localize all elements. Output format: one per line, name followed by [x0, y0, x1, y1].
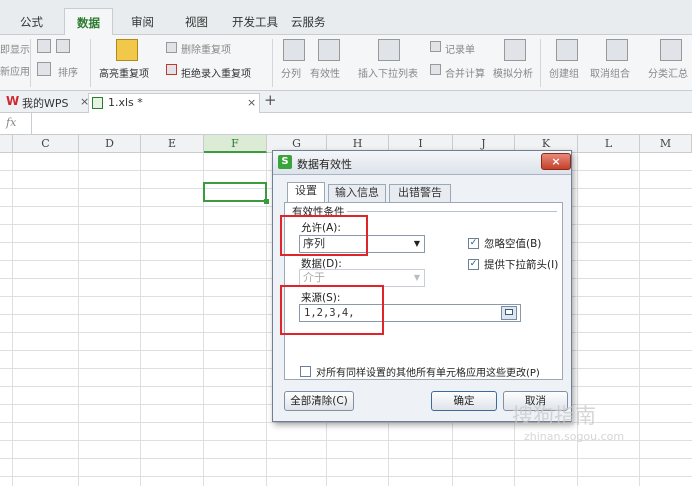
doc-tab-wps-label: 我的WPS	[22, 97, 69, 110]
partial-button-1[interactable]: 即显示	[0, 41, 30, 56]
ignore-blank-checkbox[interactable]: ✓	[468, 238, 479, 249]
watermark-url: zhinan.sogou.com	[524, 430, 625, 443]
separator	[31, 113, 32, 135]
grid-line	[0, 458, 692, 459]
ignore-blank-label: 忽略空值(B)	[484, 238, 542, 250]
remove-duplicates-icon	[166, 42, 177, 53]
ungroup-icon[interactable]	[606, 39, 628, 61]
separator	[540, 39, 541, 87]
formula-bar: fx	[0, 113, 692, 135]
highlight-duplicates-button[interactable]: 高亮重复项	[99, 65, 149, 80]
ribbon-toolbar: 即显示 新应用 排序 高亮重复项 删除重复项 拒绝录入重复项 分列 有效性 插入…	[0, 35, 692, 91]
dialog-title-bar[interactable]: S 数据有效性	[273, 151, 571, 175]
sort-button[interactable]: 排序	[58, 64, 78, 79]
new-tab-button[interactable]: +	[264, 91, 277, 109]
sort-desc-icon[interactable]	[37, 62, 51, 76]
row-header-corner[interactable]	[0, 135, 13, 153]
apply-all-checkbox[interactable]	[300, 366, 311, 377]
partial-button-2[interactable]: 新应用	[0, 63, 30, 78]
reject-duplicates-button[interactable]: 拒绝录入重复项	[181, 65, 251, 80]
validity-button[interactable]: 有效性	[310, 65, 340, 80]
tab-review[interactable]: 审阅	[131, 14, 154, 30]
simulate-button[interactable]: 模拟分析	[493, 65, 533, 80]
tab-formula[interactable]: 公式	[20, 14, 43, 30]
subtotal-button[interactable]: 分类汇总	[648, 65, 688, 80]
column-header-e[interactable]: E	[141, 135, 204, 153]
chevron-down-icon: ▼	[413, 273, 420, 282]
dialog-title: 数据有效性	[297, 158, 352, 171]
spreadsheet-icon	[92, 97, 103, 109]
data-select-value: 介于	[303, 271, 325, 284]
formula-input[interactable]	[33, 113, 692, 135]
close-button[interactable]: ×	[541, 153, 571, 170]
remove-duplicates-button[interactable]: 删除重复项	[181, 41, 231, 56]
group-icon[interactable]	[556, 39, 578, 61]
grid-line	[78, 153, 79, 486]
split-column-button[interactable]: 分列	[281, 65, 301, 80]
highlight-duplicates-icon[interactable]	[116, 39, 138, 61]
watermark-logo: 搜狗指南	[512, 404, 596, 428]
ribbon-tab-bar: 公式 数据 审阅 视图 开发工具 云服务	[0, 0, 692, 36]
fx-icon[interactable]: fx	[6, 116, 16, 129]
insert-dropdown-icon[interactable]	[378, 39, 400, 61]
column-header-d[interactable]: D	[79, 135, 141, 153]
column-header-m[interactable]: M	[640, 135, 692, 153]
reject-duplicates-icon	[166, 64, 177, 75]
tab-developer[interactable]: 开发工具	[232, 14, 278, 30]
ungroup-button[interactable]: 取消组合	[590, 65, 630, 80]
simulate-icon[interactable]	[504, 39, 526, 61]
validity-icon[interactable]	[318, 39, 340, 61]
column-header-f[interactable]: F	[204, 135, 267, 153]
highlight-box-source	[280, 285, 384, 335]
group-divider	[347, 211, 557, 212]
close-icon[interactable]: ×	[247, 96, 256, 109]
column-header-c[interactable]: C	[13, 135, 79, 153]
grid-line	[12, 153, 13, 486]
fill-handle[interactable]	[264, 199, 269, 204]
tab-view[interactable]: 视图	[185, 14, 208, 30]
grid-line	[0, 476, 692, 477]
wps-sheet-icon: S	[278, 155, 292, 169]
separator	[30, 39, 31, 87]
grid-line	[203, 153, 204, 486]
record-form-button[interactable]: 记录单	[445, 41, 475, 56]
column-header-l[interactable]: L	[578, 135, 640, 153]
tab-settings[interactable]: 设置	[287, 182, 325, 203]
doc-tab-file[interactable]: 1.xls * ×	[88, 93, 260, 113]
group-button[interactable]: 创建组	[549, 65, 579, 80]
separator	[272, 39, 273, 87]
ok-button[interactable]: 确定	[431, 391, 497, 411]
grid-line	[639, 153, 640, 486]
consolidate-icon	[430, 64, 441, 75]
doc-tab-wps[interactable]: W 我的WPS ×	[4, 93, 90, 113]
dropdown-arrow-checkbox[interactable]: ✓	[468, 259, 479, 270]
subtotal-icon[interactable]	[660, 39, 682, 61]
sort-asc-icon[interactable]	[37, 39, 51, 53]
grid-line	[140, 153, 141, 486]
record-form-icon	[430, 41, 441, 52]
wps-logo-icon: W	[6, 94, 20, 108]
apply-all-label: 对所有同样设置的其他所有单元格应用这些更改(P)	[316, 368, 540, 379]
tab-error-alert[interactable]: 出错警告	[389, 184, 451, 202]
insert-dropdown-button[interactable]: 插入下拉列表	[358, 65, 418, 80]
tab-cloud[interactable]: 云服务	[291, 14, 326, 30]
sort-az-icon[interactable]	[56, 39, 70, 53]
split-column-icon[interactable]	[283, 39, 305, 61]
consolidate-button[interactable]: 合并计算	[445, 65, 485, 80]
dropdown-arrow-label: 提供下拉箭头(I)	[484, 259, 559, 271]
document-tab-bar: W 我的WPS × 1.xls * × +	[0, 91, 692, 113]
active-cell[interactable]	[203, 182, 267, 202]
chevron-down-icon: ▼	[413, 239, 420, 248]
tab-input-message[interactable]: 输入信息	[328, 184, 386, 202]
highlight-box-allow	[280, 215, 368, 256]
clear-all-button[interactable]: 全部清除(C)	[284, 391, 354, 411]
doc-tab-file-label: 1.xls *	[108, 96, 143, 109]
separator	[90, 39, 91, 87]
range-select-glyph	[505, 309, 513, 315]
tab-data[interactable]: 数据	[64, 8, 113, 36]
range-select-icon[interactable]	[501, 306, 517, 320]
